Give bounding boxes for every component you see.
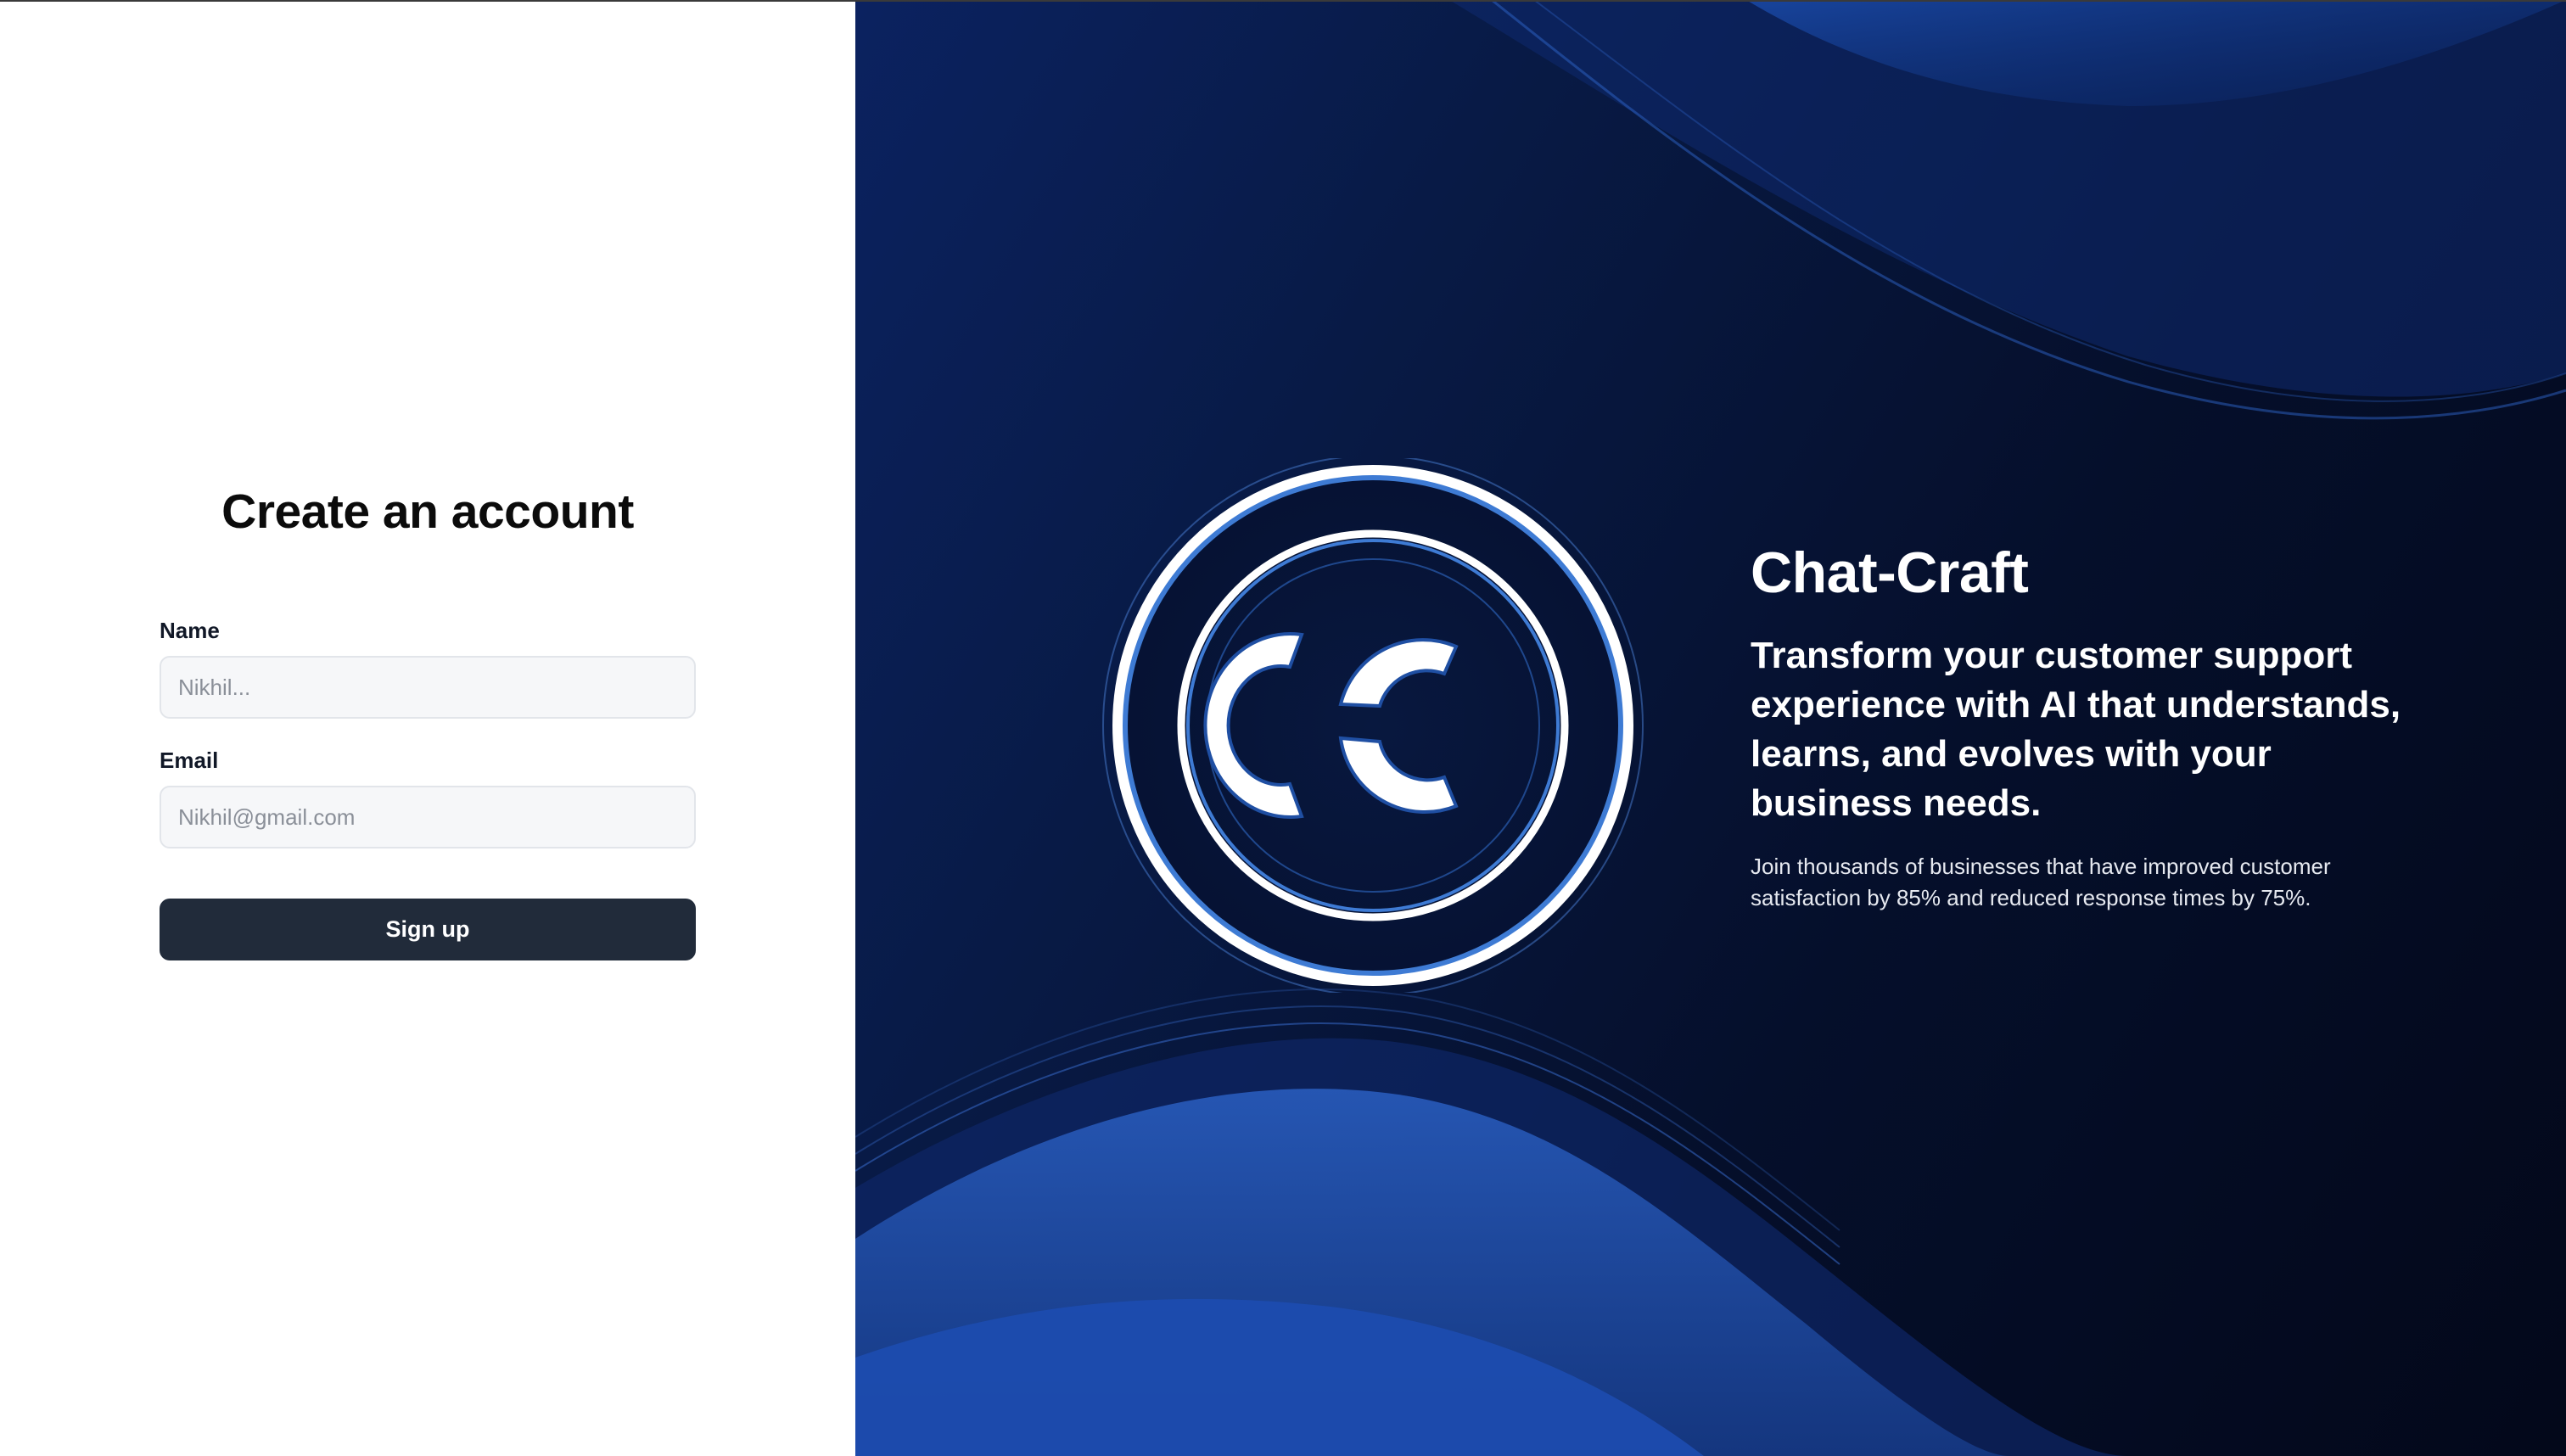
- hero-panel: Chat-Craft Transform your customer suppo…: [855, 0, 2566, 1456]
- brand-tagline: Transform your customer support experien…: [1751, 635, 2401, 824]
- window-top-border: [0, 0, 2566, 2]
- sign-up-button[interactable]: Sign up: [160, 899, 696, 960]
- page-title: Create an account: [221, 484, 634, 539]
- name-input[interactable]: [160, 656, 696, 719]
- name-label: Name: [160, 618, 220, 643]
- brand-title: Chat-Craft: [1751, 540, 2029, 605]
- signup-panel: Create an account Name Email Sign up: [0, 0, 855, 1456]
- email-label: Email: [160, 748, 219, 773]
- brand-subtext: Join thousands of businesses that have i…: [1751, 854, 2331, 910]
- chat-craft-logo-icon: [1102, 458, 1644, 993]
- email-input[interactable]: [160, 786, 696, 848]
